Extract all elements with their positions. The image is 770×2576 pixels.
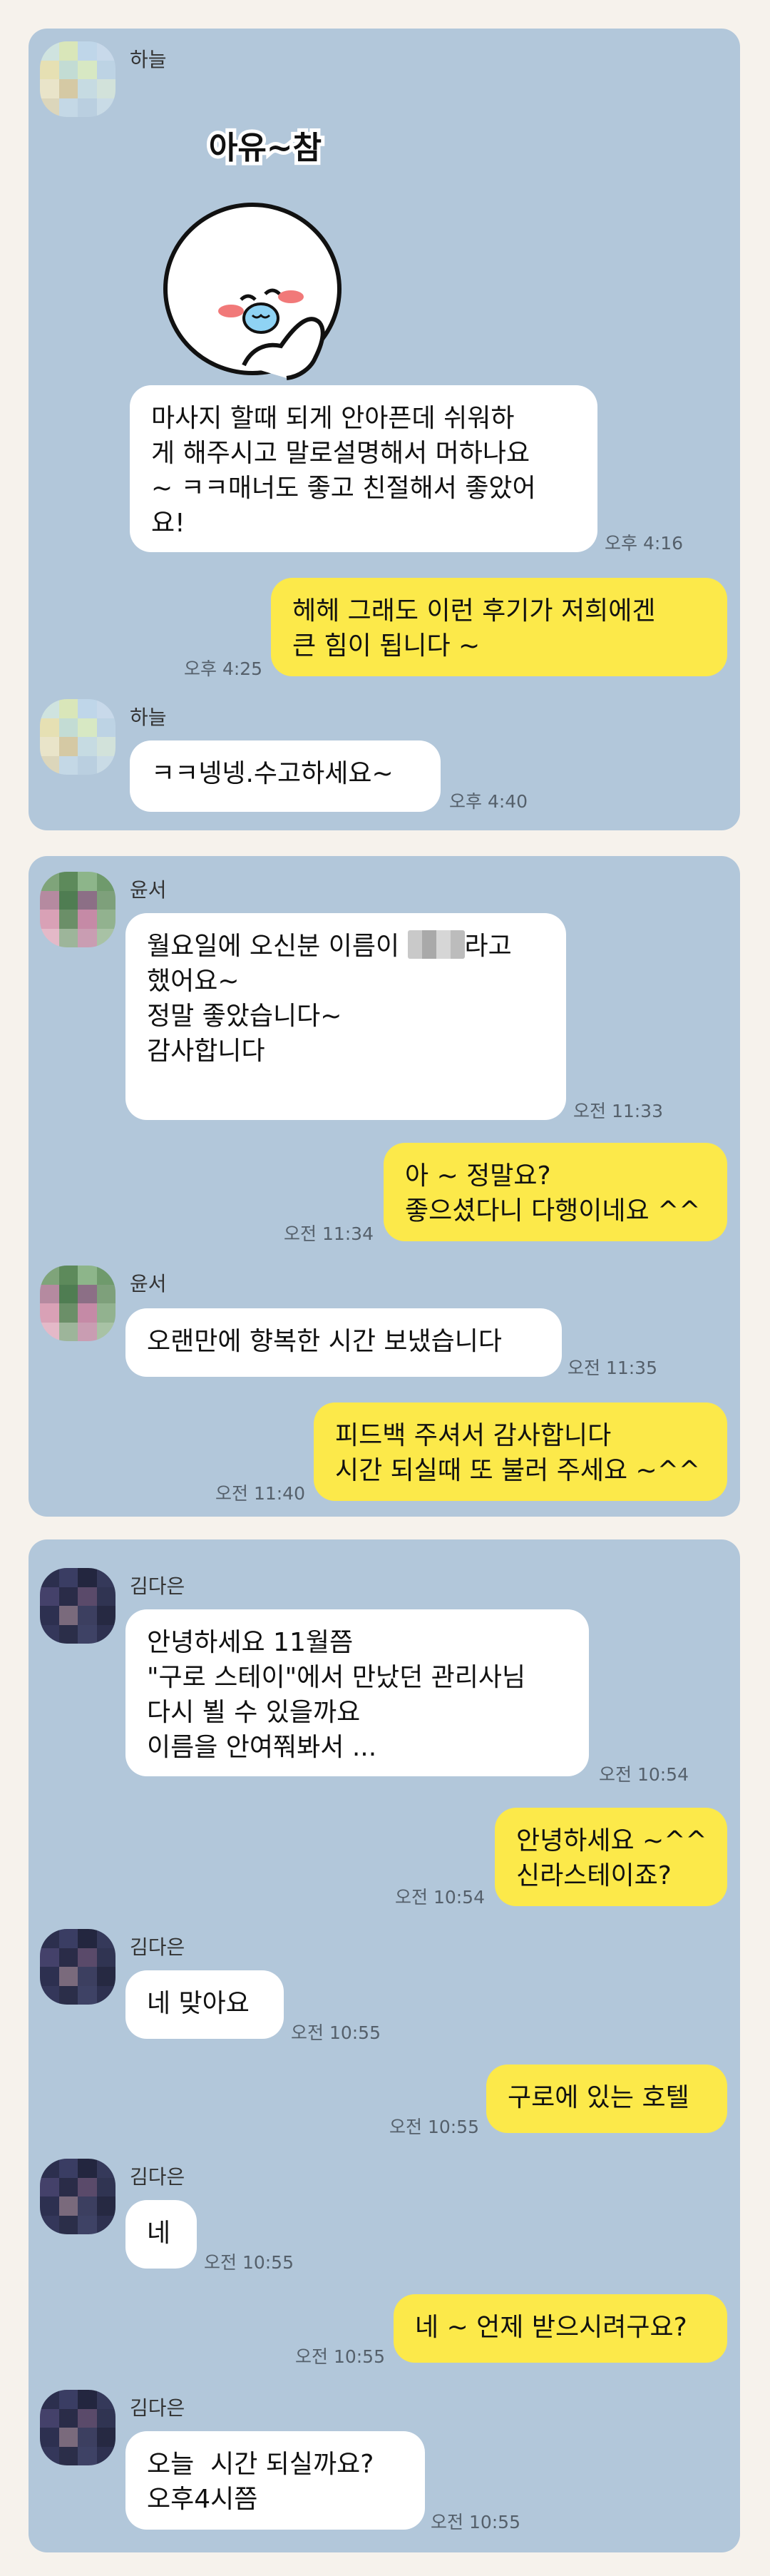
message-time: 오전 10:54 (395, 1887, 485, 1908)
message-time: 오후 4:25 (184, 658, 263, 679)
message-bubble[interactable]: 오랜만에 향복한 시간 보냈습니다 (125, 1308, 562, 1377)
contact-avatar-icon[interactable] (40, 2159, 115, 2234)
message-bubble[interactable]: 아 ~ 정말요? 좋으셨다니 다행이네요 ^^ (384, 1143, 727, 1241)
message-bubble[interactable]: 안녕하세요 11월쯤 "구로 스테이"에서 만났던 관리사님 다시 뵐 수 있을… (125, 1609, 589, 1776)
message-time: 오전 11:40 (215, 1483, 305, 1504)
contact-name: 윤서 (130, 1272, 167, 1295)
contact-name: 김다은 (130, 1935, 185, 1959)
message-time: 오전 10:55 (295, 2346, 385, 2367)
contact-name: 김다은 (130, 1574, 185, 1598)
chat-panel-1: 하늘 아유~참 마사지 할때 되게 안아픈데 쉬워하 게 해주시고 말로설명해서… (29, 29, 740, 830)
message-bubble[interactable]: 피드백 주셔서 감사합니다 시간 되실때 또 불러 주세요 ~^^ (314, 1402, 727, 1501)
contact-name: 하늘 (130, 48, 167, 71)
message-bubble[interactable]: 안녕하세요 ~^^ 신라스테이죠? (495, 1808, 727, 1906)
message-bubble[interactable]: 구로에 있는 호텔 (486, 2065, 727, 2133)
chat-panel-2: 윤서 월요일에 오신분 이름이 라고 했어요~ 정말 좋았습니다~ 감사합니다 … (29, 856, 740, 1517)
contact-avatar-icon[interactable] (40, 1266, 115, 1341)
redacted-name (407, 930, 465, 959)
contact-avatar-icon[interactable] (40, 41, 115, 117)
message-time: 오전 10:55 (389, 2117, 479, 2137)
message-bubble[interactable]: 마사지 할때 되게 안아픈데 쉬워하 게 해주시고 말로설명해서 머하나요 ~ … (130, 385, 597, 552)
message-bubble[interactable]: 네 맞아요 (125, 1970, 284, 2039)
message-time: 오전 11:35 (568, 1358, 657, 1378)
message-time: 오전 10:54 (599, 1764, 689, 1785)
sticker-caption: 아유~참 (209, 130, 322, 166)
message-time: 오전 11:34 (284, 1223, 374, 1244)
contact-avatar-icon[interactable] (40, 699, 115, 775)
message-time: 오전 11:33 (573, 1101, 663, 1121)
message-time: 오후 4:40 (449, 791, 528, 812)
contact-name: 하늘 (130, 706, 167, 729)
message-time: 오후 4:16 (605, 533, 684, 554)
message-bubble[interactable]: 헤헤 그래도 이런 후기가 저희에겐 큰 힘이 됩니다 ~ (271, 578, 727, 676)
message-bubble[interactable]: 네 (125, 2200, 197, 2269)
message-bubble[interactable]: 네 ~ 언제 받으시려구요? (394, 2294, 727, 2363)
contact-avatar-icon[interactable] (40, 2390, 115, 2465)
emoticon-sticker-icon: 아유~참 (158, 107, 372, 392)
message-time: 오전 10:55 (431, 2512, 520, 2532)
message-time: 오전 10:55 (204, 2252, 294, 2273)
message-time: 오전 10:55 (291, 2022, 381, 2043)
contact-avatar-icon[interactable] (40, 1568, 115, 1644)
message-text: 월요일에 오신분 이름이 (147, 932, 408, 961)
message-bubble[interactable]: ㅋㅋ넹넹.수고하세요~ (130, 740, 441, 812)
contact-avatar-icon[interactable] (40, 1929, 115, 2005)
chat-panel-3: 김다은 안녕하세요 11월쯤 "구로 스테이"에서 만났던 관리사님 다시 뵐 … (29, 1539, 740, 2552)
contact-avatar-icon[interactable] (40, 872, 115, 947)
message-bubble[interactable]: 월요일에 오신분 이름이 라고 했어요~ 정말 좋았습니다~ 감사합니다 (125, 913, 566, 1120)
contact-name: 김다은 (130, 2165, 185, 2189)
contact-name: 김다은 (130, 2396, 185, 2420)
message-bubble[interactable]: 오늘 시간 되실까요? 오후4시쯤 (125, 2431, 425, 2530)
contact-name: 윤서 (130, 878, 167, 902)
